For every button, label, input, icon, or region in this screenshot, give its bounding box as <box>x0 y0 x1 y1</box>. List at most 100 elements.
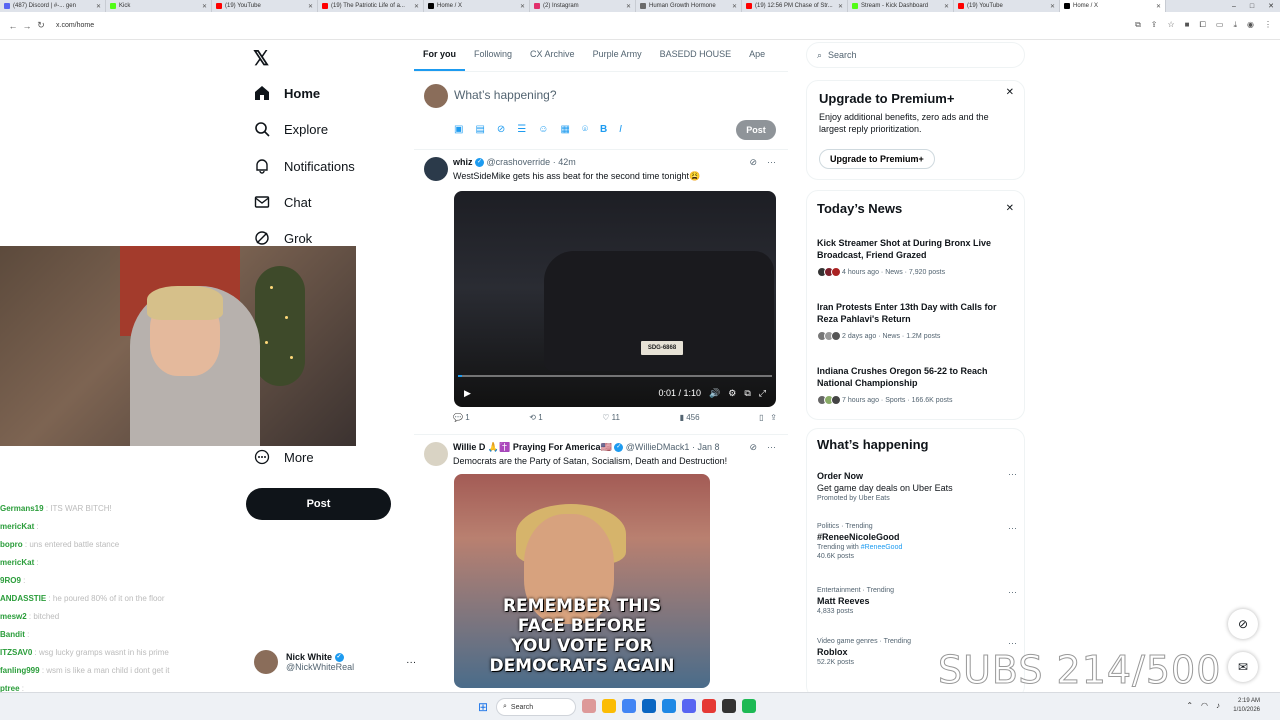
sidebar-icon[interactable]: ▭ <box>1216 20 1224 30</box>
profile-icon[interactable]: ◉ <box>1247 20 1254 30</box>
star-icon[interactable]: ☆ <box>1167 20 1174 30</box>
clock[interactable]: 2:19 AM 1/10/2026 <box>1233 697 1260 715</box>
browser-tab[interactable]: (19) YouTube ✕ <box>954 0 1060 12</box>
reload-icon[interactable]: ↻ <box>34 20 48 31</box>
tweet[interactable]: whiz ✓ @crashoverride · 42m ⊘ ··· WestSi… <box>414 151 788 435</box>
more-dots-icon[interactable]: ··· <box>1008 523 1017 533</box>
italic-icon[interactable]: I <box>619 124 622 135</box>
browser-tab[interactable]: (2) Instagram ✕ <box>530 0 636 12</box>
account-switcher[interactable]: Nick White ✓ @NickWhiteReal ··· <box>254 650 416 674</box>
avatar[interactable] <box>424 157 448 181</box>
grok-icon[interactable]: ⊘ <box>1228 609 1258 639</box>
close-icon[interactable]: ✕ <box>202 3 207 10</box>
maximize-icon[interactable]: □ <box>1250 3 1254 10</box>
browser-tab[interactable]: Human Growth Hormone ✕ <box>636 0 742 12</box>
close-icon[interactable]: ✕ <box>414 3 419 10</box>
tab-4[interactable]: BASEDD HOUSE <box>651 40 741 71</box>
browser-tab[interactable]: (487) Discord | #-... gen ✕ <box>0 0 106 12</box>
reply-button[interactable]: 💬 1 <box>453 413 470 422</box>
close-icon[interactable]: ✕ <box>520 3 525 10</box>
grok-icon[interactable]: ⊘ <box>749 442 757 453</box>
chrome-icon[interactable] <box>622 699 636 713</box>
menu-icon[interactable]: ⋮ <box>1264 20 1272 30</box>
news-item[interactable]: Iran Protests Enter 13th Day with Calls … <box>817 301 1007 341</box>
news-item[interactable]: Indiana Crushes Oregon 56-22 to Reach Na… <box>817 365 1007 405</box>
tweet[interactable]: Willie D 🙏✝️ Praying For America🇺🇸 ✓ @Wi… <box>414 436 788 692</box>
close-icon[interactable]: ✕ <box>96 3 101 10</box>
volume-icon[interactable]: 🔊 <box>709 388 720 399</box>
close-icon[interactable]: ✕ <box>626 3 631 10</box>
app-icon[interactable] <box>582 699 596 713</box>
messages-icon[interactable]: ✉ <box>1228 652 1258 682</box>
browser-tab[interactable]: (19) YouTube ✕ <box>212 0 318 12</box>
author-handle[interactable]: @crashoverride <box>487 157 551 167</box>
close-icon[interactable]: ✕ <box>1268 2 1274 10</box>
author-name[interactable]: whiz <box>453 157 473 167</box>
tab-5[interactable]: Ape <box>740 40 774 71</box>
more-dots-icon[interactable]: ··· <box>1008 469 1017 479</box>
browser-tab[interactable]: Kick ✕ <box>106 0 212 12</box>
download-icon[interactable]: ⤓ <box>1233 20 1237 30</box>
video-progress-bar[interactable] <box>458 375 772 377</box>
nav-chat[interactable]: Chat <box>254 190 311 214</box>
tweet-time[interactable]: · Jan 8 <box>692 442 720 452</box>
more-dots-icon[interactable]: ··· <box>1008 587 1017 597</box>
nav-explore[interactable]: Explore <box>254 117 328 141</box>
share-icon[interactable]: ⇪ <box>1151 20 1158 30</box>
avatar[interactable] <box>424 442 448 466</box>
discord-icon[interactable] <box>682 699 696 713</box>
tab-0[interactable]: For you <box>414 40 465 71</box>
minimize-icon[interactable]: – <box>1232 3 1236 10</box>
grok-icon[interactable]: ⊘ <box>749 157 757 168</box>
author-handle[interactable]: @WillieDMack1 <box>626 442 690 452</box>
close-icon[interactable]: ✕ <box>732 3 737 10</box>
extension-icon[interactable]: ■ <box>1185 20 1190 30</box>
tab-2[interactable]: CX Archive <box>521 40 584 71</box>
edge-icon[interactable] <box>642 699 656 713</box>
tweet-video[interactable]: SDG-6868 ▶ 0:01 / 1:10 🔊 ⚙ ⧉ ⤢ <box>454 191 776 407</box>
obs-icon[interactable] <box>722 699 736 713</box>
promoted-item[interactable]: Order Now Get game day deals on Uber Eat… <box>817 469 1017 502</box>
more-dots-icon[interactable]: ··· <box>767 157 776 168</box>
close-icon[interactable]: ✕ <box>1006 87 1014 98</box>
browser-tab[interactable]: Stream - Kick Dashboard ✕ <box>848 0 954 12</box>
spotify-icon[interactable] <box>742 699 756 713</box>
emoji-icon[interactable]: ☺ <box>538 124 548 135</box>
location-icon[interactable]: ⌾ <box>582 124 588 135</box>
forward-icon[interactable]: → <box>20 21 34 31</box>
more-dots-icon[interactable]: ··· <box>1008 638 1017 648</box>
close-icon[interactable]: ✕ <box>1006 203 1014 214</box>
news-item[interactable]: Kick Streamer Shot at During Bronx Live … <box>817 237 1007 277</box>
browser-tab[interactable]: (19) The Patriotic Life of a... ✕ <box>318 0 424 12</box>
wifi-icon[interactable]: ◠ <box>1201 701 1208 710</box>
tab-3[interactable]: Purple Army <box>584 40 651 71</box>
app-icon[interactable] <box>662 699 676 713</box>
image-icon[interactable]: ▣ <box>454 124 463 135</box>
fullscreen-icon[interactable]: ⤢ <box>759 388 766 399</box>
folder-icon[interactable] <box>602 699 616 713</box>
schedule-icon[interactable]: ▦ <box>560 124 569 135</box>
play-icon[interactable]: ▶ <box>464 388 471 399</box>
windows-start-icon[interactable]: ⊞ <box>478 700 488 714</box>
repost-button[interactable]: ⟲ 1 <box>529 413 542 422</box>
tweet-image[interactable]: REMEMBER THIS FACE BEFORE YOU VOTE FOR DEMO… <box>454 474 710 688</box>
compose-input[interactable]: What’s happening? <box>454 88 557 102</box>
like-button[interactable]: ♡ 11 <box>602 413 620 422</box>
x-logo[interactable]: 𝕏 <box>253 46 269 71</box>
url-field[interactable]: x.com/home <box>56 22 94 29</box>
more-dots-icon[interactable]: ··· <box>767 442 776 453</box>
chevron-up-icon[interactable]: ⌃ <box>1186 701 1193 710</box>
grok-icon[interactable]: ⊘ <box>497 124 505 135</box>
search-input[interactable]: ⌕ Search <box>806 42 1025 68</box>
tweet-time[interactable]: · 42m <box>553 157 576 167</box>
upgrade-button[interactable]: Upgrade to Premium+ <box>819 149 935 169</box>
settings-icon[interactable]: ⚙ <box>728 388 736 399</box>
trend-item[interactable]: Entertainment · Trending Matt Reeves 4,8… <box>817 587 1017 615</box>
close-icon[interactable]: ✕ <box>308 3 313 10</box>
poll-icon[interactable]: ☰ <box>517 124 526 135</box>
bookmark-icon[interactable]: ▯ <box>759 413 763 422</box>
browser-tab[interactable]: (19) 12:56 PM Chase of Str... ✕ <box>742 0 848 12</box>
nav-home[interactable]: Home <box>254 81 320 105</box>
gif-icon[interactable]: ▤ <box>475 124 484 135</box>
nav-more[interactable]: More <box>254 445 314 469</box>
